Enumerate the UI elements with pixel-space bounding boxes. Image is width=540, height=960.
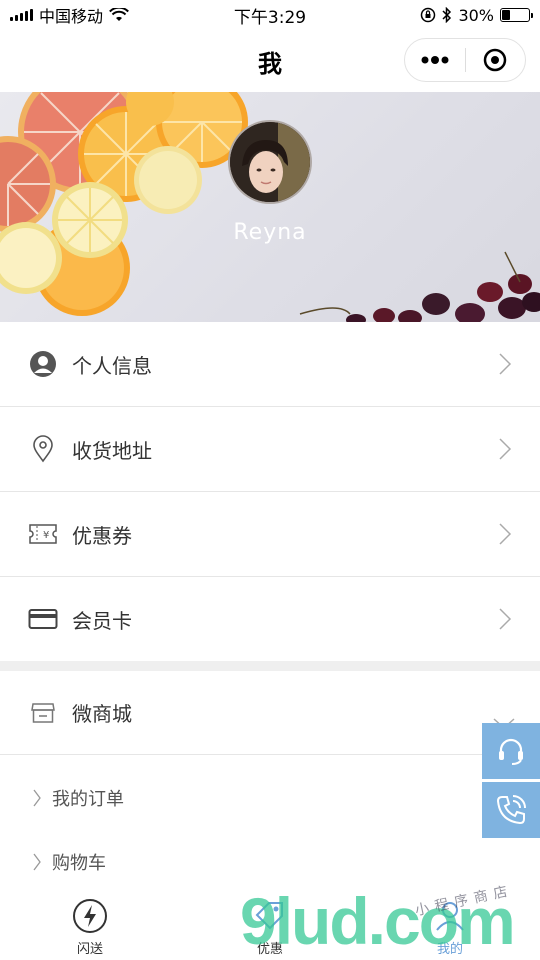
sub-item-my-orders[interactable]: 我的订单	[0, 766, 540, 830]
target-icon	[484, 48, 507, 72]
menu-label: 微商城	[72, 702, 132, 726]
section-divider	[0, 661, 540, 671]
battery-percent: 30%	[458, 5, 494, 25]
user-name: Reyna	[233, 220, 307, 245]
status-left: 中国移动	[10, 3, 129, 27]
tab-label: 闪送	[76, 941, 103, 957]
chevron-right-icon	[33, 853, 41, 871]
close-button[interactable]	[466, 39, 526, 81]
menu-item-micro-mall[interactable]: 微商城	[0, 671, 540, 755]
more-button[interactable]	[405, 39, 465, 81]
menu-item-address[interactable]: 收货地址	[0, 407, 540, 492]
chevron-right-icon	[499, 438, 512, 460]
lightning-icon	[73, 898, 107, 933]
sub-item-shopping-cart[interactable]: 购物车	[0, 830, 540, 894]
rotation-lock-icon	[421, 7, 436, 23]
more-icon	[421, 56, 449, 64]
chevron-right-icon	[33, 789, 41, 807]
menu-label: 优惠券	[72, 523, 132, 548]
mini-program-capsule	[404, 38, 526, 82]
tab-label: 优惠	[256, 941, 283, 957]
status-bar: 中国移动 下午3:29 30%	[0, 0, 540, 30]
phone-icon	[496, 795, 526, 825]
tab-mine[interactable]: 我的	[400, 898, 500, 957]
profile-banner: Reyna	[0, 92, 540, 322]
location-pin-icon	[28, 434, 58, 464]
chevron-right-icon	[499, 608, 512, 630]
page-title: 我	[258, 49, 282, 78]
phone-call-button[interactable]	[482, 782, 540, 838]
status-right: 30%	[420, 5, 533, 25]
menu-item-personal-info[interactable]: 个人信息	[0, 322, 540, 407]
nav-bar: 我	[0, 30, 540, 92]
coupon-icon: ¥	[28, 519, 58, 549]
wifi-icon	[109, 8, 129, 21]
tab-label: 我的	[436, 941, 463, 957]
bluetooth-icon	[442, 7, 452, 23]
store-icon	[28, 698, 58, 728]
tab-bar: 闪送 优惠 我的	[0, 894, 540, 960]
menu-label: 个人信息	[72, 353, 152, 378]
card-icon	[28, 604, 58, 634]
person-icon	[436, 901, 464, 931]
chevron-right-icon	[499, 523, 512, 545]
headset-icon	[499, 738, 523, 765]
menu-item-member-card[interactable]: 会员卡	[0, 577, 540, 662]
svg-text:¥: ¥	[43, 530, 49, 541]
avatar[interactable]	[228, 120, 312, 204]
sub-item-label: 购物车	[52, 853, 106, 874]
menu-label: 收货地址	[72, 438, 152, 463]
tab-discount[interactable]: 优惠	[220, 898, 320, 957]
chevron-right-icon	[499, 353, 512, 375]
carrier-label: 中国移动	[39, 7, 104, 26]
tag-icon	[255, 901, 283, 929]
menu-item-coupon[interactable]: ¥ 优惠券	[0, 492, 540, 577]
sub-item-label: 我的订单	[52, 789, 124, 810]
customer-service-button[interactable]	[482, 723, 540, 779]
menu-label: 会员卡	[72, 608, 132, 633]
menu-list: 个人信息 收货地址 ¥ 优惠券 会员卡	[0, 322, 540, 662]
battery-icon	[500, 8, 533, 22]
signal-icon	[10, 9, 33, 21]
battery-fill	[502, 10, 510, 20]
avatar-photo	[230, 122, 310, 202]
user-icon	[28, 349, 58, 379]
tab-flash-delivery[interactable]: 闪送	[40, 898, 140, 957]
